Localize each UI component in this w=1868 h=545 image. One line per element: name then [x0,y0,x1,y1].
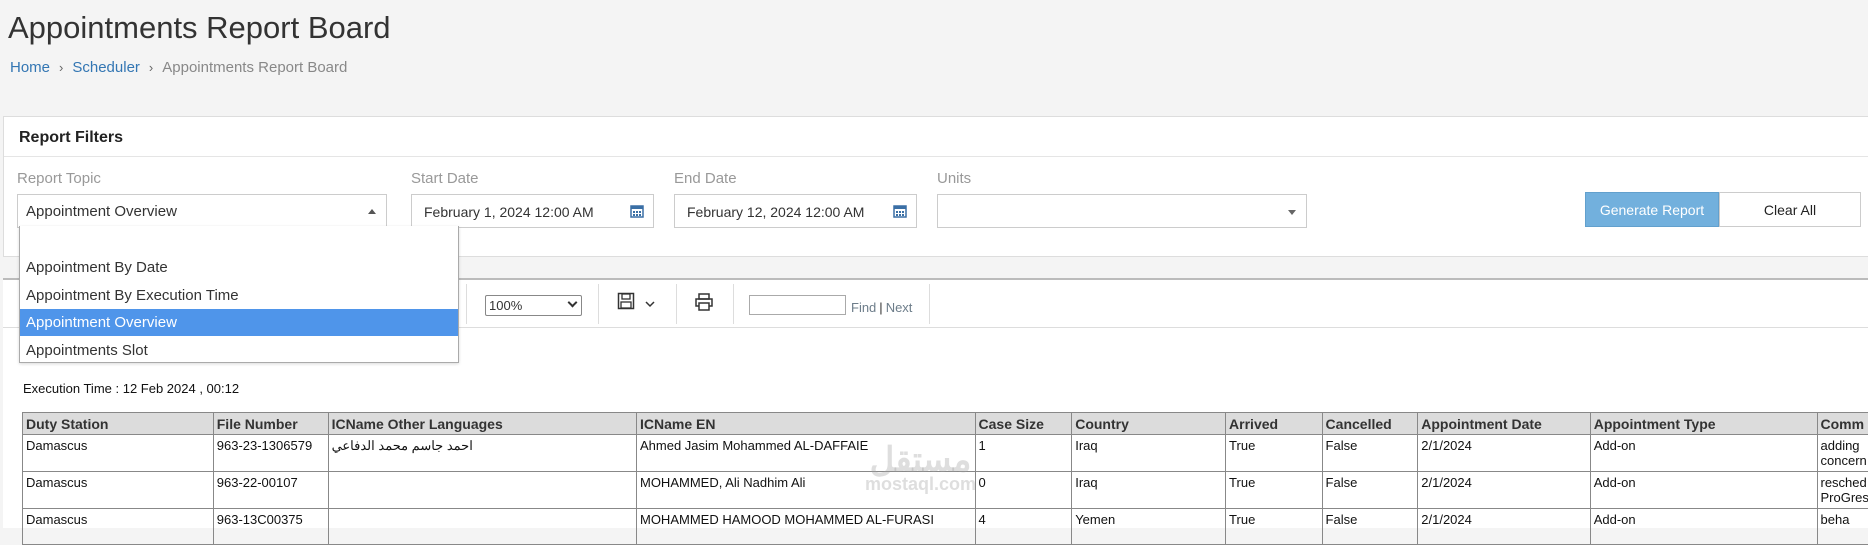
table-cell: False [1322,472,1418,509]
table-cell [328,509,636,545]
column-header: ICName Other Languages [328,413,636,435]
start-date-input[interactable]: February 1, 2024 12:00 AM [411,194,622,228]
table-cell: True [1226,509,1323,545]
page-header: Appointments Report Board Home › Schedul… [0,0,1868,95]
table-cell: Add-on [1590,472,1817,509]
column-header: Case Size [975,413,1072,435]
table-cell: resched ProGres [1817,472,1868,509]
end-date-label: End Date [674,170,737,187]
table-cell: احمد جاسم محمد الدفاعي [328,435,636,472]
next-link[interactable]: Next [886,300,913,315]
units-label: Units [937,170,971,187]
toolbar-divider [466,284,467,324]
dropdown-option-appointment-by-execution-time[interactable]: Appointment By Execution Time [20,282,458,309]
toolbar-divider [676,284,677,324]
table-cell: Add-on [1590,435,1817,472]
zoom-value: 100% [489,298,522,313]
table-cell: 4 [975,509,1072,545]
table-cell: Damascus [23,509,214,545]
dropdown-option-appointments-slot[interactable]: Appointments Slot [20,337,458,364]
dropdown-option-empty[interactable] [20,226,458,253]
toolbar-divider [929,284,930,324]
chevron-down-icon [645,300,655,308]
breadcrumb-current: Appointments Report Board [162,59,347,76]
breadcrumb: Home › Scheduler › Appointments Report B… [10,59,347,76]
chevron-right-icon: › [59,60,63,75]
table-cell: False [1322,435,1418,472]
zoom-select[interactable]: 100% [485,295,582,316]
calendar-icon [893,204,907,218]
column-header: Country [1072,413,1226,435]
clear-all-button[interactable]: Clear All [1719,192,1861,227]
chevron-right-icon: › [149,60,153,75]
print-icon [694,292,714,312]
dropdown-option-appointment-overview[interactable]: Appointment Overview [20,309,458,336]
table-cell: 2/1/2024 [1418,435,1590,472]
table-cell [328,472,636,509]
table-row: Damascus 963-13C00375 MOHAMMED HAMOOD MO… [23,509,1868,545]
table-cell: 2/1/2024 [1418,509,1590,545]
table-cell: 963-13C00375 [213,509,328,545]
table-cell: Iraq [1072,435,1226,472]
report-topic-label: Report Topic [17,170,101,187]
page-title: Appointments Report Board [8,10,391,46]
table-cell: adding concern [1817,435,1868,472]
table-cell: Add-on [1590,509,1817,545]
breadcrumb-scheduler[interactable]: Scheduler [72,59,140,76]
table-cell: beha [1817,509,1868,545]
print-button[interactable] [694,292,718,316]
toolbar-divider [598,284,599,324]
report-topic-value: Appointment Overview [26,203,177,220]
divider [4,156,1868,157]
table-cell: 0 [975,472,1072,509]
start-date-calendar-button[interactable] [621,194,654,228]
dropdown-option-appointment-by-date[interactable]: Appointment By Date [20,254,458,281]
table-cell: Damascus [23,435,214,472]
table-cell: Iraq [1072,472,1226,509]
find-separator: | [879,300,882,315]
find-text-input[interactable] [749,295,846,315]
units-select[interactable] [937,194,1307,228]
table-header-row: Duty Station File Number ICName Other La… [23,413,1868,435]
column-header: Appointment Date [1418,413,1590,435]
find-links: Find| Next [851,300,912,315]
table-cell: True [1226,435,1323,472]
table-cell: Yemen [1072,509,1226,545]
table-cell: 1 [975,435,1072,472]
column-header: Arrived [1226,413,1323,435]
save-icon [617,292,635,310]
caret-down-icon [1288,210,1296,215]
table-cell: Damascus [23,472,214,509]
table-cell: 963-22-00107 [213,472,328,509]
end-date-calendar-button[interactable] [884,194,917,228]
watermark: مستقل mostaql.com [865,440,976,495]
report-topic-select[interactable]: Appointment Overview [17,194,387,228]
calendar-icon [630,204,644,218]
save-export-button[interactable] [615,292,663,316]
end-date-input[interactable]: February 12, 2024 12:00 AM [674,194,885,228]
toolbar-divider [733,284,734,324]
table-cell: False [1322,509,1418,545]
column-header: Comm [1817,413,1868,435]
column-header: ICName EN [636,413,975,435]
column-header: Duty Station [23,413,214,435]
column-header: File Number [213,413,328,435]
table-cell: 2/1/2024 [1418,472,1590,509]
generate-report-button[interactable]: Generate Report [1585,192,1719,227]
start-date-label: Start Date [411,170,479,187]
column-header: Appointment Type [1590,413,1817,435]
breadcrumb-home[interactable]: Home [10,59,50,76]
filters-title: Report Filters [19,129,123,147]
table-cell: MOHAMMED HAMOOD MOHAMMED AL-FURASI [636,509,975,545]
chevron-down-icon [568,298,578,308]
table-cell: True [1226,472,1323,509]
find-link[interactable]: Find [851,300,876,315]
report-topic-dropdown: Appointment By Date Appointment By Execu… [19,226,459,363]
watermark-url: mostaql.com [865,474,976,495]
execution-time: Execution Time : 12 Feb 2024 , 00:12 [23,381,239,396]
table-cell: 963-23-1306579 [213,435,328,472]
column-header: Cancelled [1322,413,1418,435]
caret-up-icon [368,209,376,214]
